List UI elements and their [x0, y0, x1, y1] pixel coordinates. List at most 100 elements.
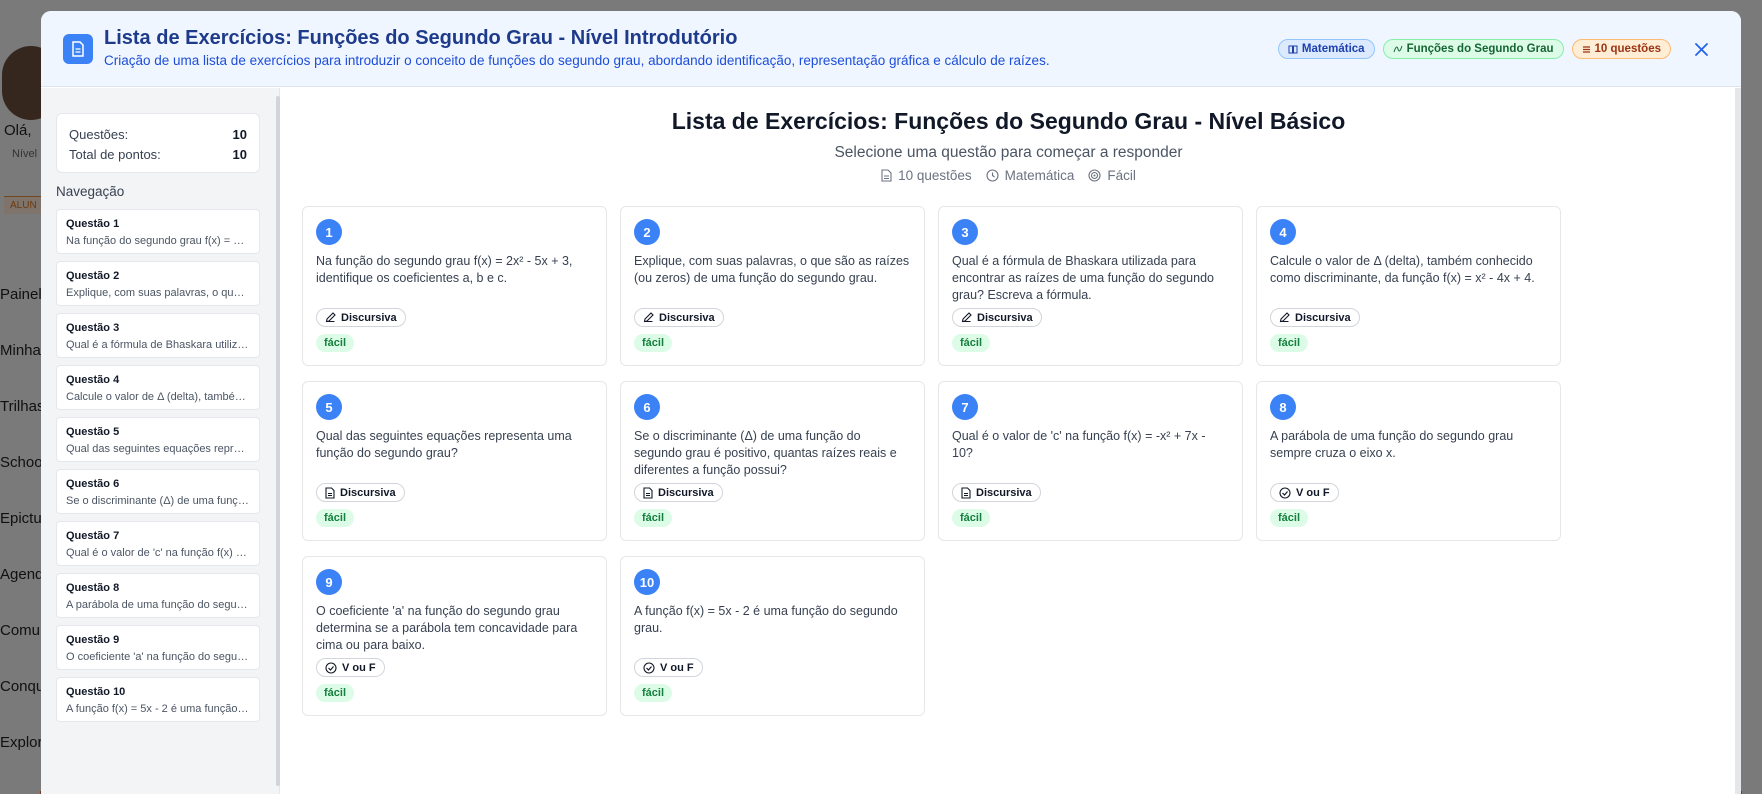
main-scrollbar[interactable]: [1735, 88, 1741, 794]
meta-label: 10 questões: [898, 168, 972, 183]
nav-item-preview: Calcule o valor de Δ (delta), também con…: [66, 391, 250, 403]
subject-tag-label: Matemática: [1301, 43, 1365, 55]
question-text: Qual é a fórmula de Bhaskara utilizada p…: [952, 254, 1214, 302]
document-icon: [961, 486, 971, 499]
list-icon: [1582, 45, 1590, 53]
question-grid: 1 Na função do segundo grau f(x) = 2x² -…: [302, 206, 1561, 716]
topic-tag: Funções do Segundo Grau: [1382, 39, 1564, 59]
question-type-chip: V ou F: [316, 658, 385, 677]
pencil-icon: [961, 312, 972, 323]
nav-question-4[interactable]: Questão 4 Calcule o valor de Δ (delta), t…: [56, 365, 260, 410]
question-text: Calcule o valor de Δ (delta), também con…: [1270, 254, 1535, 285]
clock-icon: [986, 169, 999, 182]
question-card[interactable]: 1 Na função do segundo grau f(x) = 2x² -…: [302, 206, 607, 366]
question-type-chip: Discursiva: [634, 483, 723, 502]
list-meta: 10 questões Matemática Fácil: [281, 168, 1736, 183]
nav-question-7[interactable]: Questão 7 Qual é o valor de 'c' na função…: [56, 521, 260, 566]
question-type-chip: Discursiva: [316, 308, 406, 327]
question-number: 7: [952, 394, 978, 420]
question-sidebar: Questões: 10 Total de pontos: 10 Navegaç…: [41, 88, 280, 794]
question-type: Discursiva: [1295, 311, 1351, 324]
question-number: 9: [316, 569, 342, 595]
difficulty-badge: fácil: [316, 509, 355, 527]
sidebar-scrollbar[interactable]: [276, 96, 280, 786]
question-type: Discursiva: [976, 486, 1032, 499]
nav-item-title: Questão 5: [66, 426, 120, 438]
question-type-chip: Discursiva: [316, 483, 405, 502]
question-card[interactable]: 3 Qual é a fórmula de Bhaskara utilizada…: [938, 206, 1243, 366]
question-text: Qual das seguintes equações representa u…: [316, 429, 572, 460]
document-icon: [881, 169, 892, 182]
meta-difficulty: Fácil: [1088, 168, 1136, 183]
question-text: A parábola de uma função do segundo grau…: [1270, 429, 1514, 460]
question-count-label: 10 questões: [1594, 43, 1661, 55]
nav-question-6[interactable]: Questão 6 Se o discriminante (Δ) de uma f…: [56, 469, 260, 514]
stat-questions: Questões: 10: [69, 124, 247, 144]
question-type: V ou F: [1296, 486, 1330, 499]
question-number: 2: [634, 219, 660, 245]
nav-question-8[interactable]: Questão 8 A parábola de uma função do seg…: [56, 573, 260, 618]
question-nav-list: Questão 1 Na função do segundo grau f(x) …: [56, 209, 260, 729]
difficulty-badge: fácil: [634, 509, 673, 527]
question-card[interactable]: 9 O coeficiente 'a' na função do segundo…: [302, 556, 607, 716]
close-icon: [1694, 42, 1708, 56]
nav-item-preview: Na função do segundo grau f(x) = 2x² - 5…: [66, 235, 250, 247]
meta-subject: Matemática: [986, 168, 1074, 183]
question-text: O coeficiente 'a' na função do segundo g…: [316, 604, 578, 652]
book-icon: [1288, 45, 1298, 53]
close-button[interactable]: [1691, 39, 1711, 59]
nav-question-9[interactable]: Questão 9 O coeficiente 'a' na função do …: [56, 625, 260, 670]
question-card[interactable]: 6 Se o discriminante (Δ) de uma função d…: [620, 381, 925, 541]
difficulty-badge: fácil: [634, 684, 673, 702]
question-card[interactable]: 4 Calcule o valor de Δ (delta), também c…: [1256, 206, 1561, 366]
difficulty-badge: fácil: [634, 334, 673, 352]
list-title: Lista de Exercícios: Funções do Segundo …: [671, 108, 1346, 134]
stat-label: Questões:: [69, 126, 129, 142]
nav-item-title: Questão 3: [66, 322, 120, 334]
question-type: Discursiva: [658, 486, 714, 499]
question-card[interactable]: 7 Qual é o valor de 'c' na função f(x) =…: [938, 381, 1243, 541]
question-type-chip: V ou F: [1270, 483, 1339, 502]
nav-item-preview: Qual é a fórmula de Bhaskara utilizada p…: [66, 339, 250, 351]
nav-question-3[interactable]: Questão 3 Qual é a fórmula de Bhaskara ut…: [56, 313, 260, 358]
question-type: Discursiva: [341, 311, 397, 324]
function-icon: [1393, 45, 1403, 52]
nav-item-preview: A parábola de uma função do segundo grau…: [66, 599, 250, 611]
question-type: V ou F: [342, 661, 376, 674]
difficulty-badge: fácil: [316, 684, 355, 702]
question-card[interactable]: 10 A função f(x) = 5x - 2 é uma função d…: [620, 556, 925, 716]
nav-question-2[interactable]: Questão 2 Explique, com suas palavras, o …: [56, 261, 260, 306]
modal-title: Lista de Exercícios: Funções do Segundo …: [104, 27, 738, 49]
question-type: Discursiva: [659, 311, 715, 324]
exercise-list-modal: Lista de Exercícios: Funções do Segundo …: [41, 11, 1741, 794]
nav-question-1[interactable]: Questão 1 Na função do segundo grau f(x) …: [56, 209, 260, 254]
question-card[interactable]: 8 A parábola de uma função do segundo gr…: [1256, 381, 1561, 541]
nav-item-title: Questão 9: [66, 634, 120, 646]
nav-item-title: Questão 1: [66, 218, 120, 230]
subject-tag: Matemática: [1277, 39, 1375, 59]
question-card[interactable]: 2 Explique, com suas palavras, o que são…: [620, 206, 925, 366]
modal-subtitle: Criação de uma lista de exercícios para …: [104, 53, 1050, 68]
question-text: Na função do segundo grau f(x) = 2x² - 5…: [316, 254, 573, 285]
navigation-heading: Navegação: [56, 184, 125, 199]
nav-item-title: Questão 6: [66, 478, 120, 490]
nav-question-10[interactable]: Questão 10 A função f(x) = 5x - 2 é uma f…: [56, 677, 260, 722]
question-number: 3: [952, 219, 978, 245]
nav-question-5[interactable]: Questão 5 Qual das seguintes equações rep…: [56, 417, 260, 462]
difficulty-badge: fácil: [1270, 509, 1309, 527]
question-type-chip: Discursiva: [1270, 308, 1360, 327]
question-text: Se o discriminante (Δ) de uma função do …: [634, 429, 897, 477]
pencil-icon: [1279, 312, 1290, 323]
modal-header: Lista de Exercícios: Funções do Segundo …: [41, 11, 1741, 87]
document-icon: [325, 486, 335, 499]
list-instruction: Selecione uma questão para começar a res…: [834, 144, 1183, 161]
question-card[interactable]: 5 Qual das seguintes equações representa…: [302, 381, 607, 541]
nav-item-preview: Se o discriminante (Δ) de uma função do …: [66, 495, 250, 507]
nav-item-title: Questão 2: [66, 270, 120, 282]
question-type-chip: Discursiva: [634, 308, 724, 327]
nav-item-title: Questão 10: [66, 686, 126, 698]
nav-item-preview: O coeficiente 'a' na função do segundo g…: [66, 651, 250, 663]
question-number: 1: [316, 219, 342, 245]
question-type: Discursiva: [340, 486, 396, 499]
question-number: 8: [1270, 394, 1296, 420]
